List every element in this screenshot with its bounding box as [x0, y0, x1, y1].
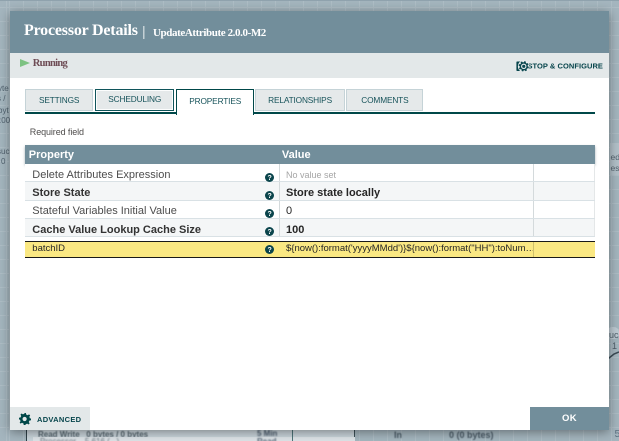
svg-text:?: ? [267, 211, 271, 218]
svg-text:?: ? [267, 247, 271, 254]
svg-text:?: ? [267, 229, 271, 236]
svg-text:?: ? [267, 175, 271, 182]
svg-text:?: ? [267, 193, 271, 200]
